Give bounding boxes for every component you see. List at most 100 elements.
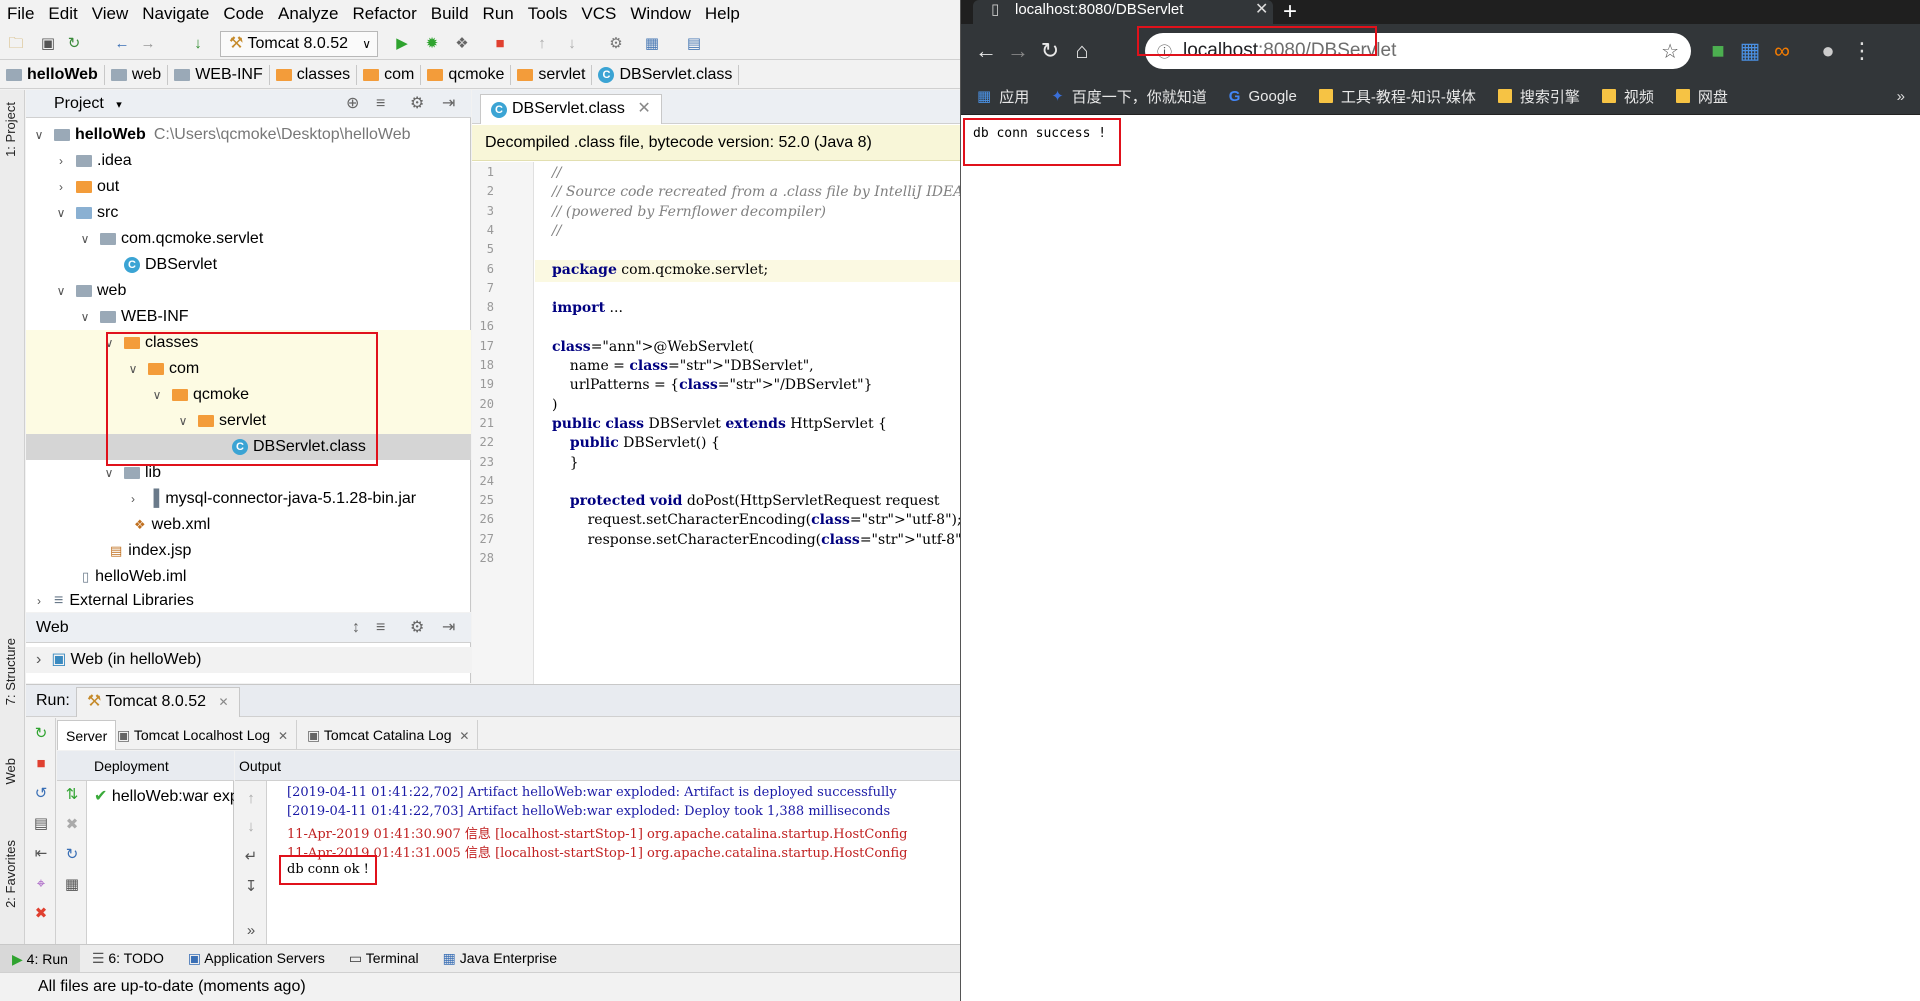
bookmark-folder-netdisk[interactable]: 网盘 <box>1675 86 1728 107</box>
hide-icon[interactable]: ⇥ <box>442 613 455 643</box>
breadcrumb-item[interactable]: classes <box>270 64 358 85</box>
extension-icon[interactable]: ▦ <box>1735 36 1765 66</box>
chevron-right-icon[interactable]: › <box>54 174 68 200</box>
breadcrumb-item[interactable]: C DBServlet.class <box>592 64 740 85</box>
tree-item-out[interactable]: › out <box>26 174 471 200</box>
more-icon[interactable]: » <box>241 921 261 941</box>
close-icon[interactable]: ✕ <box>1255 0 1268 20</box>
tree-item-idea[interactable]: › .idea <box>26 148 471 174</box>
vcs-update-icon[interactable]: ↑ <box>532 34 552 54</box>
chevron-right-icon[interactable]: › <box>36 651 41 668</box>
chevron-right-icon[interactable]: › <box>54 148 68 174</box>
chevron-down-icon[interactable]: ∨ <box>32 122 46 148</box>
artifact-icon[interactable]: ▦ <box>62 875 82 895</box>
close-icon[interactable]: ✕ <box>459 729 469 743</box>
tab-tomcat-localhost-log[interactable]: ▣ Tomcat Localhost Log ✕ <box>109 720 298 750</box>
new-tab-icon[interactable]: + <box>1283 0 1297 26</box>
back-icon[interactable]: ← <box>971 36 1001 66</box>
gear-icon[interactable]: ⚙ <box>410 90 424 118</box>
avatar[interactable]: ● <box>1813 36 1843 66</box>
vcs-commit-icon[interactable]: ↓ <box>562 34 582 54</box>
tool-run[interactable]: ▶ 4: Run <box>0 944 80 973</box>
bookmark-apps[interactable]: ▦ 应用 <box>977 86 1029 107</box>
close-icon[interactable]: ✕ <box>637 100 650 117</box>
coverage-icon[interactable]: ❖ <box>452 34 472 54</box>
close-icon[interactable]: ✖ <box>31 904 51 924</box>
layout-icon[interactable]: ▤ <box>31 814 51 834</box>
chevron-down-icon[interactable]: ∨ <box>54 278 68 304</box>
collapse-icon[interactable]: ≡ <box>376 613 385 643</box>
breadcrumb-item[interactable]: helloWeb <box>0 64 105 85</box>
deployment-item[interactable]: ✔ helloWeb:war exploded <box>94 785 234 809</box>
breadcrumb-item[interactable]: com <box>357 64 422 85</box>
close-icon[interactable]: ✕ <box>218 695 228 709</box>
structure-tool-tab[interactable]: 7: Structure <box>3 638 18 705</box>
favorites-tool-tab[interactable]: 2: Favorites <box>3 840 18 908</box>
code-area[interactable]: // // Source code recreated from a .class… <box>472 162 960 684</box>
close-icon[interactable]: ✕ <box>278 729 288 743</box>
tab-server[interactable]: Server <box>57 720 117 750</box>
update-icon[interactable]: ↺ <box>31 784 51 804</box>
tree-item-src[interactable]: ∨ src <box>26 200 471 226</box>
expand-icon[interactable]: ↕ <box>352 613 360 643</box>
tree-item-helloweb-iml[interactable]: ▯ helloWeb.iml <box>26 564 471 590</box>
menu-file[interactable]: File <box>0 4 41 24</box>
menu-navigate[interactable]: Navigate <box>135 4 216 24</box>
bookmark-folder-video[interactable]: 视频 <box>1601 86 1654 107</box>
run-tab-tomcat[interactable]: ⚒ Tomcat 8.0.52 ✕ <box>76 687 240 717</box>
scroll-to-end-icon[interactable]: ↧ <box>241 877 261 897</box>
deploy-all-icon[interactable]: ⇅ <box>62 785 82 805</box>
bookmark-folder-tools[interactable]: 工具-教程-知识-媒体 <box>1318 86 1476 107</box>
settings-icon[interactable]: ⚙ <box>606 34 626 54</box>
web-facet-item[interactable]: › ▣ Web (in helloWeb) <box>26 647 471 673</box>
more-bookmarks-icon[interactable]: » <box>1897 88 1905 105</box>
tab-tomcat-catalina-log[interactable]: ▣ Tomcat Catalina Log ✕ <box>299 720 479 750</box>
menu-help[interactable]: Help <box>698 4 747 24</box>
breadcrumb-item[interactable]: WEB-INF <box>168 64 270 85</box>
tool-terminal[interactable]: ▭ Terminal <box>337 950 431 967</box>
pin-icon[interactable]: ⌖ <box>31 874 51 894</box>
gear-icon[interactable]: ⚙ <box>410 613 424 643</box>
build-icon[interactable]: ↓ <box>188 34 208 54</box>
tree-item-mysql-jar[interactable]: › ▐ mysql-connector-java-5.1.28-bin.jar <box>26 486 471 512</box>
stop-icon[interactable]: ■ <box>31 754 51 774</box>
stop-icon[interactable]: ■ <box>490 34 510 54</box>
menu-code[interactable]: Code <box>216 4 271 24</box>
restore-icon[interactable]: ⇤ <box>31 844 51 864</box>
menu-edit[interactable]: Edit <box>41 4 84 24</box>
save-icon[interactable]: ▣ <box>38 34 58 54</box>
tree-item-web[interactable]: ∨ web <box>26 278 471 304</box>
menu-build[interactable]: Build <box>424 4 476 24</box>
globe-icon[interactable]: ⊕ <box>346 90 359 118</box>
hide-icon[interactable]: ⇥ <box>442 90 455 118</box>
back-arrow-icon[interactable]: ← <box>112 34 132 54</box>
breadcrumb-item[interactable]: qcmoke <box>421 64 512 85</box>
chevron-down-icon[interactable]: ∨ <box>54 200 68 226</box>
debug-icon[interactable]: ✹ <box>422 34 442 54</box>
project-tool-tab[interactable]: 1: Project <box>3 102 18 157</box>
run-configuration-select[interactable]: ⚒ Tomcat 8.0.52 ∨ <box>220 31 378 57</box>
tree-item-helloweb[interactable]: ∨ helloWeb C:\Users\qcmoke\Desktop\helloWe… <box>26 122 471 148</box>
tree-item-package[interactable]: ∨ com.qcmoke.servlet <box>26 226 471 252</box>
bookmark-baidu[interactable]: ✦ 百度一下，你就知道 <box>1051 86 1207 107</box>
tool-application-servers[interactable]: ▣ Application Servers <box>176 950 337 967</box>
sync-icon[interactable]: ↻ <box>64 34 84 54</box>
browser-tab[interactable]: ▯ localhost:8080/DBServlet ✕ <box>973 0 1273 24</box>
scroll-up-icon[interactable]: ↑ <box>241 789 261 809</box>
chevron-right-icon[interactable]: › <box>32 590 46 612</box>
chevron-down-icon[interactable]: ▾ <box>116 99 122 111</box>
open-folder-icon[interactable]: 🗀 <box>6 34 26 54</box>
tree-item-external-libraries[interactable]: › ≡ External Libraries <box>26 590 471 612</box>
tool-java-enterprise[interactable]: ▦ Java Enterprise <box>431 950 569 967</box>
menu-window[interactable]: Window <box>623 4 697 24</box>
tree-item-index-jsp[interactable]: ▤ index.jsp <box>26 538 471 564</box>
project-structure-icon[interactable]: ▦ <box>642 34 662 54</box>
undeploy-icon[interactable]: ✖ <box>62 815 82 835</box>
forward-arrow-icon[interactable]: → <box>138 34 158 54</box>
menu-view[interactable]: View <box>85 4 136 24</box>
menu-run[interactable]: Run <box>476 4 521 24</box>
project-panel-title[interactable]: Project <box>54 95 104 112</box>
menu-analyze[interactable]: Analyze <box>271 4 345 24</box>
star-icon[interactable]: ☆ <box>1661 39 1679 64</box>
menu-refactor[interactable]: Refactor <box>345 4 423 24</box>
